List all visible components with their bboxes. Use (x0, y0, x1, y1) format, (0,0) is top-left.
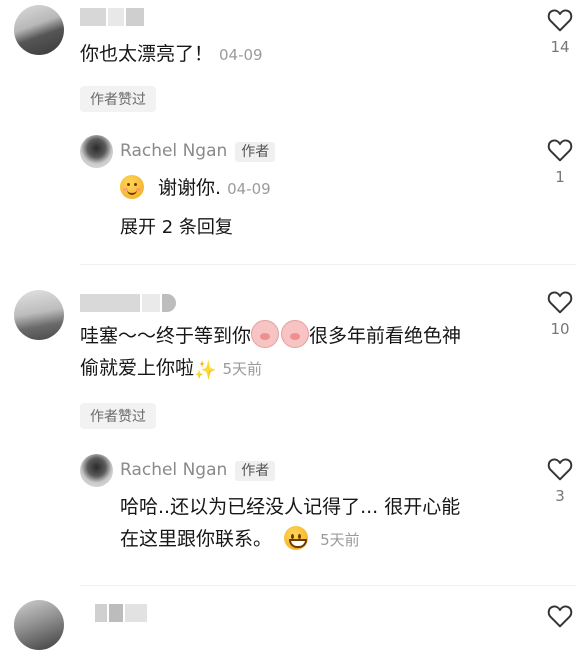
reply-text: 哈哈..还以为已经没人记得了... 很开心能 在这里跟你联系。 5天前 (120, 496, 461, 550)
heart-outline-icon[interactable] (547, 457, 573, 481)
author-tag: 作者 (235, 461, 276, 481)
grinning-face-icon (284, 526, 309, 550)
comment-text: 哇塞～～终于等到你 很多年前看绝色神 偷就爱上你啦✨ 5天前 (80, 320, 530, 387)
commenter-avatar[interactable] (14, 5, 64, 55)
reply-author-avatar[interactable] (80, 454, 113, 487)
like-button[interactable]: 3 (545, 457, 575, 505)
reply-time: 5天前 (320, 531, 360, 549)
divider (80, 585, 576, 586)
pig-face-icon (281, 320, 310, 348)
comment-text: 你也太漂亮了！ 04-09 (80, 43, 263, 65)
relieved-face-icon (120, 175, 144, 199)
expand-replies-link[interactable]: 展开 2 条回复 (120, 212, 233, 244)
heart-outline-icon[interactable] (547, 604, 573, 628)
like-count: 1 (555, 168, 565, 186)
commenter-avatar[interactable] (14, 600, 64, 650)
like-count: 10 (550, 320, 570, 338)
divider (80, 264, 576, 265)
commenter-avatar[interactable] (14, 290, 64, 340)
comment-time: 04-09 (219, 46, 263, 64)
author-liked-badge: 作者赞过 (80, 86, 156, 112)
commenter-name-blurred[interactable] (80, 8, 146, 26)
reply-text: 谢谢你. 04-09 (120, 172, 271, 205)
like-button[interactable] (545, 604, 575, 632)
comment-time: 5天前 (222, 360, 262, 378)
sparkles-icon: ✨ (194, 360, 217, 381)
author-liked-badge: 作者赞过 (80, 403, 156, 429)
commenter-name-blurred[interactable] (95, 604, 149, 622)
heart-outline-icon[interactable] (547, 8, 573, 32)
reply-author-name[interactable]: Rachel Ngan 作者 (120, 141, 276, 162)
reply-author-name[interactable]: Rachel Ngan 作者 (120, 460, 276, 481)
like-count: 14 (550, 38, 570, 56)
like-button[interactable]: 10 (545, 290, 575, 338)
reply-author-avatar[interactable] (80, 135, 113, 168)
heart-outline-icon[interactable] (547, 290, 573, 314)
reply-time: 04-09 (227, 180, 271, 198)
commenter-name-blurred[interactable] (80, 294, 178, 312)
like-count: 3 (555, 487, 565, 505)
author-tag: 作者 (235, 142, 276, 162)
like-button[interactable]: 1 (545, 138, 575, 186)
like-button[interactable]: 14 (545, 8, 575, 56)
heart-outline-icon[interactable] (547, 138, 573, 162)
pig-face-icon (251, 320, 280, 348)
